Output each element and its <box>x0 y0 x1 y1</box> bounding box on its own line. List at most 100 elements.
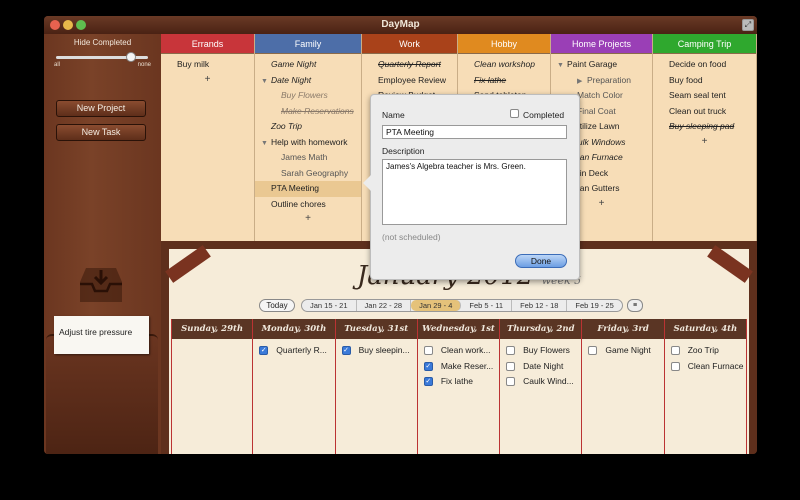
project-header[interactable]: Family <box>255 34 361 54</box>
calendar-event[interactable]: ✓ Buy sleepin... <box>336 343 417 359</box>
done-button[interactable]: Done <box>515 254 567 268</box>
task-label: Quarterly Report <box>378 59 441 69</box>
task-row[interactable]: Make Reservations <box>255 104 361 120</box>
hide-completed-slider[interactable] <box>56 52 148 62</box>
task-row[interactable]: Clean out truck <box>653 104 756 120</box>
calendar-event[interactable]: Clean Furnace <box>665 359 746 375</box>
task-detail-popover: Name Completed Description (not schedule… <box>363 94 580 280</box>
task-label: James Math <box>281 152 328 162</box>
task-row[interactable]: ▶ Preparation <box>551 73 652 89</box>
calendar-day: Saturday, 4th Zoo Trip Clean Furnace <box>664 319 747 454</box>
task-row[interactable]: Game Night <box>255 57 361 73</box>
task-label: Game Night <box>271 59 317 69</box>
task-row[interactable]: Buy Flowers <box>255 88 361 104</box>
day-header: Tuesday, 31st <box>335 319 417 339</box>
calendar-day: Friday, 3rd Game Night <box>582 319 665 454</box>
disclosure-open-icon[interactable]: ▼ <box>261 74 271 89</box>
week-button[interactable]: Jan 22 - 28 <box>357 300 412 311</box>
task-row[interactable]: Outline chores <box>255 197 361 213</box>
unchecked-checkbox[interactable] <box>506 361 516 371</box>
task-row[interactable]: Fix lathe <box>458 73 550 89</box>
unchecked-checkbox[interactable] <box>506 377 516 387</box>
task-row[interactable]: Clean workshop <box>458 57 550 73</box>
new-project-button[interactable]: New Project <box>56 100 146 117</box>
calendar-menu-icon[interactable]: ≡ <box>627 299 643 312</box>
task-label: Sarah Geography <box>281 167 349 178</box>
checked-checkbox[interactable]: ✓ <box>341 346 351 356</box>
add-task-button[interactable]: + <box>255 212 361 226</box>
task-name-input[interactable] <box>382 125 567 139</box>
calendar-event[interactable]: Caulk Wind... <box>500 374 581 390</box>
fullscreen-icon[interactable]: ⤢ <box>742 19 754 31</box>
completed-checkbox[interactable] <box>510 109 519 118</box>
slider-knob[interactable] <box>125 52 136 62</box>
task-row[interactable]: ▼ Paint Garage <box>551 57 652 73</box>
week-button[interactable]: Jan 29 - 4 <box>411 300 462 311</box>
project-header[interactable]: Camping Trip <box>653 34 756 54</box>
task-row[interactable]: PTA Meeting <box>255 181 361 197</box>
calendar-event[interactable]: Zoo Trip <box>665 343 746 359</box>
event-label: Clean work... <box>440 345 491 356</box>
sidebar: Hide Completed all none New Project New … <box>44 34 161 454</box>
task-row[interactable]: Buy sleeping pad <box>653 119 756 135</box>
calendar-event[interactable]: Date Night <box>500 359 581 375</box>
task-row[interactable]: Buy food <box>653 73 756 89</box>
task-label: Final Coat <box>577 105 616 116</box>
event-label: Date Night <box>523 360 564 371</box>
task-row[interactable]: Decide on food <box>653 57 756 73</box>
popover-arrow <box>363 175 371 191</box>
task-row[interactable]: Buy milk <box>161 57 254 73</box>
calendar-event[interactable]: ✓ Make Reser... <box>418 359 499 375</box>
checked-checkbox[interactable]: ✓ <box>423 377 433 387</box>
add-task-button[interactable]: + <box>653 135 756 149</box>
week-selector: Jan 15 - 21 Jan 22 - 28 Jan 29 - 4 Feb 5 - … <box>301 299 623 312</box>
unchecked-checkbox[interactable] <box>423 346 433 356</box>
disclosure-closed-icon[interactable]: ▶ <box>577 74 587 89</box>
add-task-button[interactable]: + <box>161 73 254 87</box>
calendar-event[interactable]: Buy Flowers <box>500 343 581 359</box>
unchecked-checkbox[interactable] <box>588 346 598 356</box>
task-row[interactable]: Seam seal tent <box>653 88 756 104</box>
day-header: Wednesday, 1st <box>417 319 500 339</box>
disclosure-open-icon[interactable]: ▼ <box>557 58 567 73</box>
disclosure-open-icon[interactable]: ▼ <box>261 136 271 151</box>
checked-checkbox[interactable]: ✓ <box>259 346 269 356</box>
inbox-icon[interactable] <box>76 264 126 306</box>
week-button[interactable]: Jan 15 - 21 <box>302 300 357 311</box>
task-row[interactable]: Sarah Geography <box>255 166 361 182</box>
description-textarea[interactable] <box>382 159 567 225</box>
calendar-event[interactable]: ✓ Quarterly R... <box>253 343 334 359</box>
event-label: Buy sleepin... <box>358 345 410 356</box>
unchecked-checkbox[interactable] <box>670 361 680 371</box>
event-label: Caulk Wind... <box>523 376 574 387</box>
inbox-note[interactable]: Adjust tire pressure <box>54 316 149 354</box>
task-row[interactable]: ▼ Help with homework <box>255 135 361 151</box>
new-task-button[interactable]: New Task <box>56 124 146 141</box>
task-row[interactable]: Zoo Trip <box>255 119 361 135</box>
week-button[interactable]: Feb 19 - 25 <box>567 300 621 311</box>
project-header[interactable]: Hobby <box>458 34 550 54</box>
today-button[interactable]: Today <box>259 299 295 312</box>
unchecked-checkbox[interactable] <box>506 346 516 356</box>
day-header: Monday, 30th <box>253 319 335 339</box>
task-row[interactable]: James Math <box>255 150 361 166</box>
task-label: Paint Garage <box>567 59 618 69</box>
calendar-event[interactable]: ✓ Fix lathe <box>418 374 499 390</box>
calendar-day: Thursday, 2nd Buy Flowers Date Night Caulk … <box>500 319 583 454</box>
unchecked-checkbox[interactable] <box>670 346 680 356</box>
task-row[interactable]: ▼ Date Night <box>255 73 361 89</box>
project-header[interactable]: Work <box>362 34 457 54</box>
checked-checkbox[interactable]: ✓ <box>423 361 433 371</box>
week-button[interactable]: Feb 12 - 18 <box>512 300 568 311</box>
task-row[interactable]: Quarterly Report <box>362 57 457 73</box>
project-header[interactable]: Errands <box>161 34 254 54</box>
project-column: Camping Trip Decide on food Buy food Seam s… <box>653 34 757 241</box>
calendar-event[interactable]: Clean work... <box>418 343 499 359</box>
week-button[interactable]: Feb 5 - 11 <box>461 300 513 311</box>
project-header[interactable]: Home Projects <box>551 34 652 54</box>
calendar-day: Wednesday, 1st Clean work... ✓ Make Reser..… <box>417 319 501 454</box>
task-row[interactable]: Employee Review <box>362 73 457 89</box>
calendar-event[interactable]: Game Night <box>582 343 663 359</box>
event-label: Game Night <box>605 345 651 356</box>
hide-completed-label: Hide Completed <box>73 38 132 47</box>
